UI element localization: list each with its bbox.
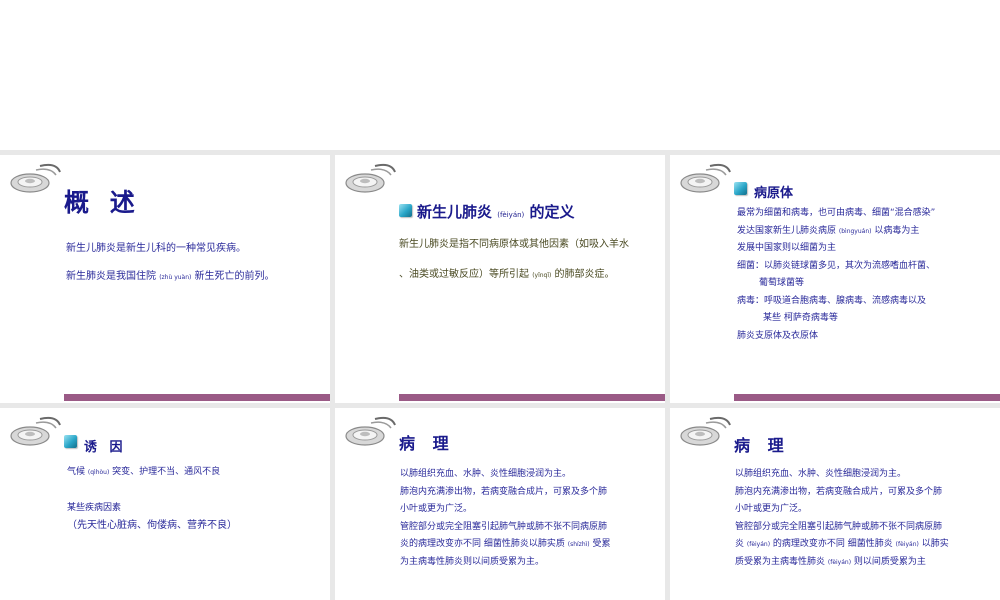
footer-bar — [399, 394, 665, 401]
slide-text-line: 某些疾病因素 — [67, 503, 122, 513]
slide-title: 新生儿肺炎 (fèiyán) 的定义 — [417, 203, 575, 221]
slide-thumbnail-6[interactable]: 病 理 以肺组织充血、水肿、炎性细胞浸润为主。 肺泡内充满渗出物，若病变融合成片… — [670, 408, 1000, 600]
stethoscope-icon — [10, 163, 61, 193]
footer-bar — [734, 394, 1000, 401]
slide-thumbnail-5[interactable]: 病 理 以肺组织充血、水肿、炎性细胞浸润为主。 肺泡内充满渗出物，若病变融合成片… — [335, 408, 665, 600]
slide-text-line: 、油类或过敏反应）等所引起 (yǐnqǐ) 的肺部炎症。 — [399, 269, 615, 280]
slide-thumbnail-2[interactable]: 新生儿肺炎 (fèiyán) 的定义 新生儿肺炎是指不同病原体或其他因素（如吸入… — [335, 155, 665, 403]
slide-title: 病 理 — [399, 434, 455, 453]
slide-text-line: 肺泡内充满渗出物，若病变融合成片，可累及多个肺 — [735, 486, 943, 497]
slide-text-line: 炎的病理改变亦不同 细菌性肺炎以肺实质 (shízhì) 受累 — [400, 539, 611, 549]
stethoscope-icon — [345, 416, 396, 446]
slide-text-line: （先天性心脏病、佝偻病、营养不良） — [67, 520, 237, 531]
slide-title: 概 述 — [64, 188, 141, 217]
slide-thumbnail-3[interactable]: 病原体 最常为细菌和病毒，也可由病毒、细菌“混合感染” 发达国家新生儿肺炎病原 … — [670, 155, 1000, 403]
slide-text-line: 管腔部分或完全阻塞引起肺气肿或肺不张不同病原肺 — [400, 521, 608, 532]
cube-bullet-icon — [734, 182, 747, 195]
slide-text-line: 气候 (qìhòu) 突变、护理不当、通风不良 — [67, 467, 221, 477]
slide-title: 诱 因 — [84, 440, 127, 455]
blank-header-area — [0, 0, 1000, 150]
slide-text-block: 以肺组织充血、水肿、炎性细胞浸润为主。 肺泡内充满渗出物，若病变融合成片，可累及… — [735, 466, 965, 571]
slide-thumbnail-1[interactable]: 概 述 新生儿肺炎是新生儿科的一种常见疾病。 新生肺炎是我国住院 (zhù yu… — [0, 155, 330, 403]
slide-text-block: 以肺组织充血、水肿、炎性细胞浸润为主。 肺泡内充满渗出物，若病变融合成片，可累及… — [400, 466, 630, 571]
slide-text-line: 以肺组织充血、水肿、炎性细胞浸润为主。 — [400, 469, 572, 479]
slide-text-line: 发展中国家则以细菌为主 — [737, 243, 837, 253]
slide-text-line: 管腔部分或完全阻塞引起肺气肿或肺不张不同病原肺 — [735, 521, 943, 532]
stethoscope-icon — [680, 416, 731, 446]
cube-bullet-icon — [399, 204, 412, 217]
slide-text-line: 新生肺炎是我国住院 (zhù yuàn) 新生死亡的前列。 — [66, 271, 275, 282]
slide-thumbnail-4[interactable]: 诱 因 气候 (qìhòu) 突变、护理不当、通风不良 某些疾病因素 （先天性心… — [0, 408, 330, 600]
slide-text-line: 肺炎支原体及衣原体 — [737, 330, 819, 341]
slide-title: 病原体 — [754, 186, 794, 201]
stethoscope-icon — [10, 416, 61, 446]
slide-text-line: 某些 柯萨奇病毒等 — [763, 313, 838, 323]
slide-text-line: 病毒：呼吸道合胞病毒、腺病毒、流感病毒以及 — [737, 295, 927, 306]
slide-text-line: 细菌：以肺炎链球菌多见，其次为流感嗜血杆菌、 — [737, 260, 936, 271]
slide-text-line: 肺泡内充满渗出物，若病变融合成片，可累及多个肺 — [400, 486, 608, 497]
slide-text-line: 发达国家新生儿肺炎病原 (bìngyuán) 以病毒为主 — [737, 225, 920, 236]
slide-text-line: 小叶或更为广泛。 — [735, 504, 808, 514]
footer-bar — [64, 394, 330, 401]
slide-text-line: 新生儿肺炎是新生儿科的一种常见疾病。 — [66, 243, 246, 254]
slide-text-line: 新生儿肺炎是指不同病原体或其他因素（如吸入羊水 — [399, 239, 629, 250]
slide-text-line: 小叶或更为广泛。 — [400, 504, 473, 514]
slide-text-line: 质受累为主病毒性肺炎 (fèiyán) 则以间质受累为主 — [735, 556, 926, 567]
slide-title: 病 理 — [734, 436, 790, 455]
slide-text-line: 炎 (fèiyán) 的病理改变亦不同 细菌性肺炎 (fèiyán) 以肺实 — [735, 539, 949, 549]
stethoscope-icon — [345, 163, 396, 193]
slide-text-line: 葡萄球菌等 — [759, 278, 805, 288]
slide-text-block: 最常为细菌和病毒，也可由病毒、细菌“混合感染” 发达国家新生儿肺炎病原 (bìn… — [737, 205, 967, 345]
slide-text-line: 最常为细菌和病毒，也可由病毒、细菌“混合感染” — [737, 208, 936, 218]
cube-bullet-icon — [64, 435, 77, 448]
slide-text-line: 以肺组织充血、水肿、炎性细胞浸润为主。 — [735, 469, 907, 479]
slide-text-line: 为主病毒性肺炎则以间质受累为主。 — [400, 556, 545, 567]
stethoscope-icon — [680, 163, 731, 193]
